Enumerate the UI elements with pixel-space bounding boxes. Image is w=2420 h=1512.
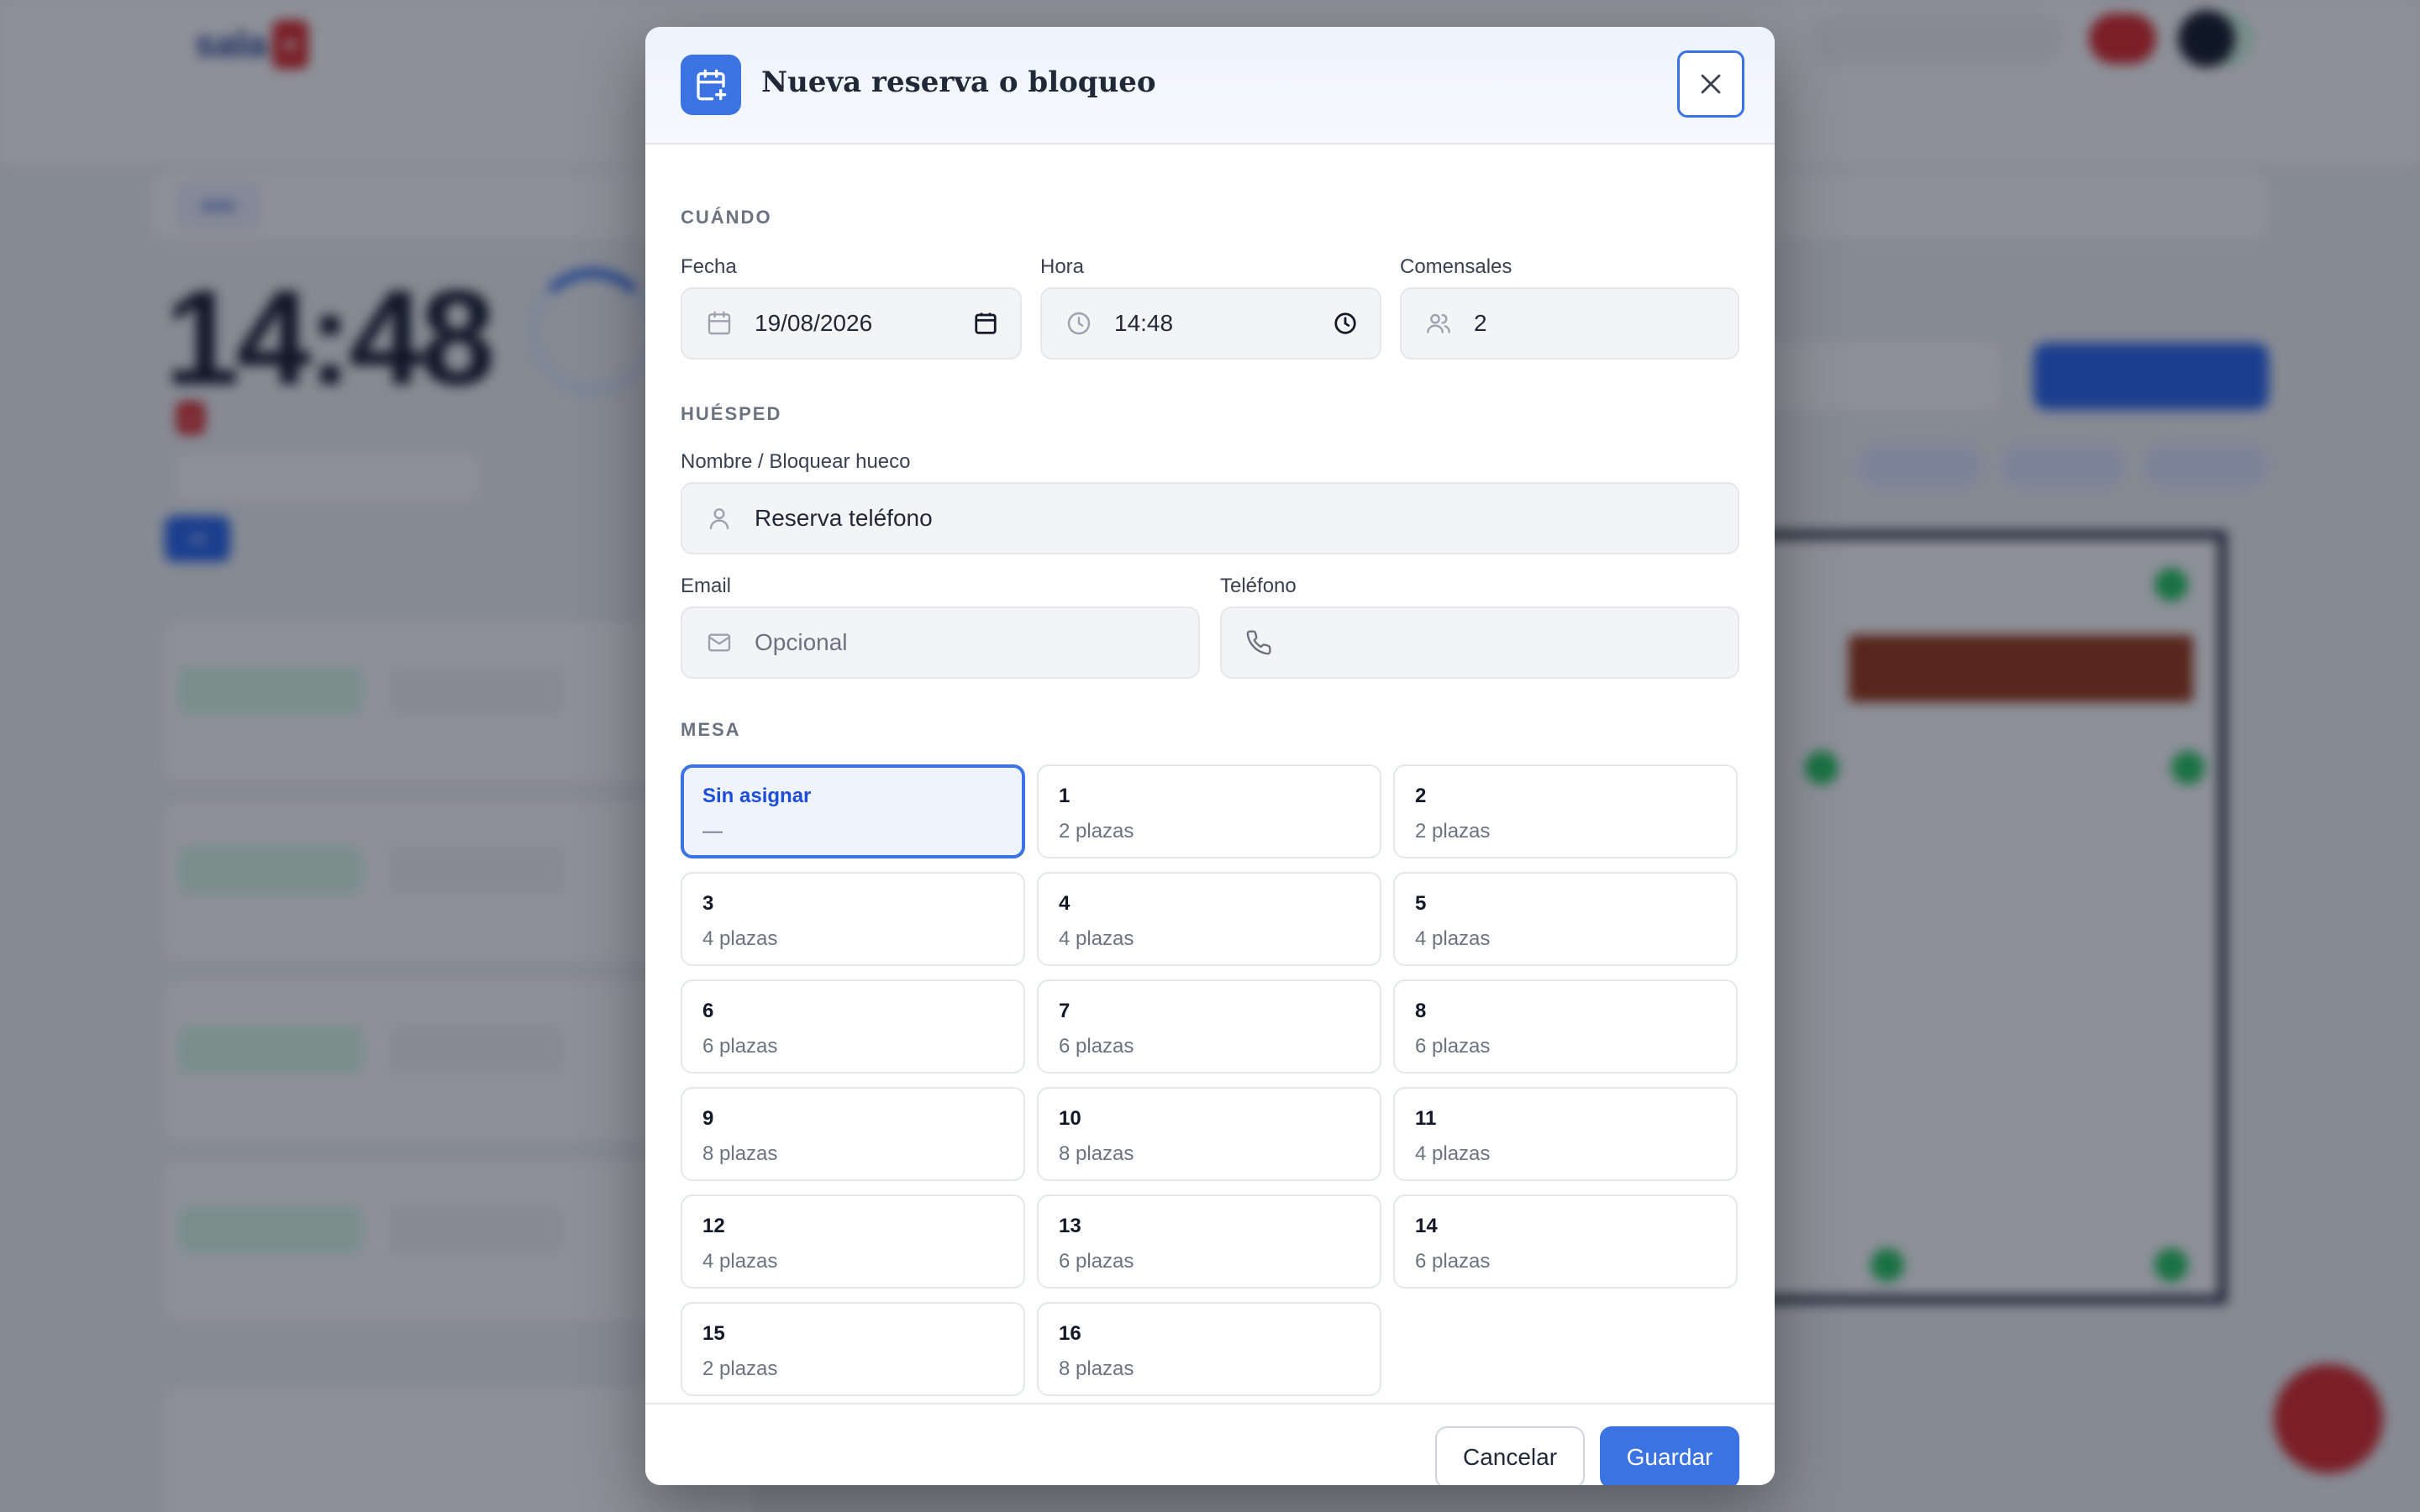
table-option-name: Sin asignar (702, 785, 812, 807)
new-reservation-modal: Nueva reserva o bloqueo CUÁNDO Fecha 19/… (645, 27, 1775, 1485)
table-option[interactable]: 14 6 plazas (1393, 1194, 1738, 1289)
table-option-capacity: 6 plazas (1059, 1035, 1134, 1058)
table-option[interactable]: 7 6 plazas (1037, 979, 1381, 1074)
email-placeholder: Opcional (755, 629, 848, 655)
table-option-capacity: 4 plazas (702, 927, 778, 950)
table-option[interactable]: 12 4 plazas (681, 1194, 1025, 1289)
name-label: Nombre / Bloquear hueco (681, 450, 911, 473)
clock-icon (1062, 310, 1096, 337)
table-option-name: 16 (1059, 1322, 1081, 1345)
table-option-name: 11 (1415, 1107, 1437, 1130)
table-option-capacity: 8 plazas (1059, 1357, 1134, 1380)
table-option-name: 6 (702, 1000, 714, 1022)
table-option-capacity: 6 plazas (1415, 1250, 1491, 1273)
table-option[interactable]: 16 8 plazas (1037, 1302, 1381, 1396)
table-option[interactable]: 8 6 plazas (1393, 979, 1738, 1074)
user-icon (702, 505, 736, 532)
table-option-name: 8 (1415, 1000, 1427, 1022)
calendar-plus-icon (681, 55, 741, 115)
table-option[interactable]: 9 8 plazas (681, 1087, 1025, 1181)
save-button[interactable]: Guardar (1600, 1426, 1739, 1485)
section-title-when: CUÁNDO (681, 207, 772, 228)
table-option-capacity: 2 plazas (1415, 820, 1491, 843)
close-button[interactable] (1677, 50, 1744, 118)
time-field[interactable]: 14:48 (1040, 287, 1381, 360)
table-option[interactable]: 2 2 plazas (1393, 764, 1738, 858)
table-option-capacity: 4 plazas (1415, 1142, 1491, 1165)
modal-body[interactable]: CUÁNDO Fecha 19/08/2026 Hora 14:48 Comen… (645, 146, 1775, 1403)
time-picker-icon[interactable] (1333, 311, 1358, 336)
table-option-capacity: 8 plazas (702, 1142, 778, 1165)
modal-footer: Cancelar Guardar (645, 1403, 1775, 1485)
table-option-capacity: 4 plazas (1059, 927, 1134, 950)
table-option-name: 12 (702, 1215, 725, 1237)
section-title-guest: HUÉSPED (681, 403, 782, 424)
table-option-name: 15 (702, 1322, 725, 1345)
table-option-name: 2 (1415, 785, 1427, 807)
table-option-name: 9 (702, 1107, 714, 1130)
table-option-capacity: 6 plazas (702, 1035, 778, 1058)
section-title-table: MESA (681, 719, 741, 740)
table-option[interactable]: 3 4 plazas (681, 872, 1025, 966)
guests-field[interactable]: 2 (1400, 287, 1739, 360)
email-field[interactable]: Opcional (681, 606, 1200, 679)
date-field[interactable]: 19/08/2026 (681, 287, 1022, 360)
table-option-name: 10 (1059, 1107, 1081, 1130)
table-option-capacity: 6 plazas (1415, 1035, 1491, 1058)
guests-label: Comensales (1400, 255, 1512, 278)
calendar-icon (702, 310, 736, 337)
table-option-name: 1 (1059, 785, 1071, 807)
cancel-button[interactable]: Cancelar (1435, 1426, 1585, 1485)
users-icon (1422, 310, 1455, 337)
phone-icon (1242, 629, 1276, 656)
phone-label: Teléfono (1220, 575, 1297, 597)
date-label: Fecha (681, 255, 737, 278)
table-option-capacity: 6 plazas (1059, 1250, 1134, 1273)
table-option[interactable]: 4 4 plazas (1037, 872, 1381, 966)
name-field[interactable]: Reserva teléfono (681, 482, 1739, 554)
phone-field[interactable] (1220, 606, 1739, 679)
table-option[interactable]: 1 2 plazas (1037, 764, 1381, 858)
close-icon (1701, 74, 1721, 94)
table-option[interactable]: 15 2 plazas (681, 1302, 1025, 1396)
name-value: Reserva teléfono (755, 505, 933, 531)
modal-title: Nueva reserva o bloqueo (761, 66, 1156, 99)
table-option-capacity: — (702, 820, 723, 843)
table-option-name: 14 (1415, 1215, 1438, 1237)
modal-header: Nueva reserva o bloqueo (645, 27, 1775, 144)
table-option-capacity: 8 plazas (1059, 1142, 1134, 1165)
table-option[interactable]: 5 4 plazas (1393, 872, 1738, 966)
mail-icon (702, 629, 736, 656)
table-option-unassigned[interactable]: Sin asignar — (681, 764, 1025, 858)
date-picker-icon[interactable] (973, 311, 998, 336)
table-option-name: 13 (1059, 1215, 1081, 1237)
table-option-name: 4 (1059, 892, 1071, 915)
email-label: Email (681, 575, 732, 597)
time-label: Hora (1040, 255, 1085, 278)
table-option-name: 5 (1415, 892, 1427, 915)
table-option-name: 7 (1059, 1000, 1071, 1022)
table-option[interactable]: 11 4 plazas (1393, 1087, 1738, 1181)
table-option-capacity: 2 plazas (702, 1357, 778, 1380)
table-option-name: 3 (702, 892, 714, 915)
guests-value: 2 (1474, 310, 1487, 336)
table-option[interactable]: 13 6 plazas (1037, 1194, 1381, 1289)
table-option[interactable]: 10 8 plazas (1037, 1087, 1381, 1181)
table-option-capacity: 4 plazas (702, 1250, 778, 1273)
date-value: 19/08/2026 (755, 310, 873, 336)
time-value: 14:48 (1114, 310, 1174, 336)
table-option-capacity: 2 plazas (1059, 820, 1134, 843)
table-option[interactable]: 6 6 plazas (681, 979, 1025, 1074)
table-option-capacity: 4 plazas (1415, 927, 1491, 950)
